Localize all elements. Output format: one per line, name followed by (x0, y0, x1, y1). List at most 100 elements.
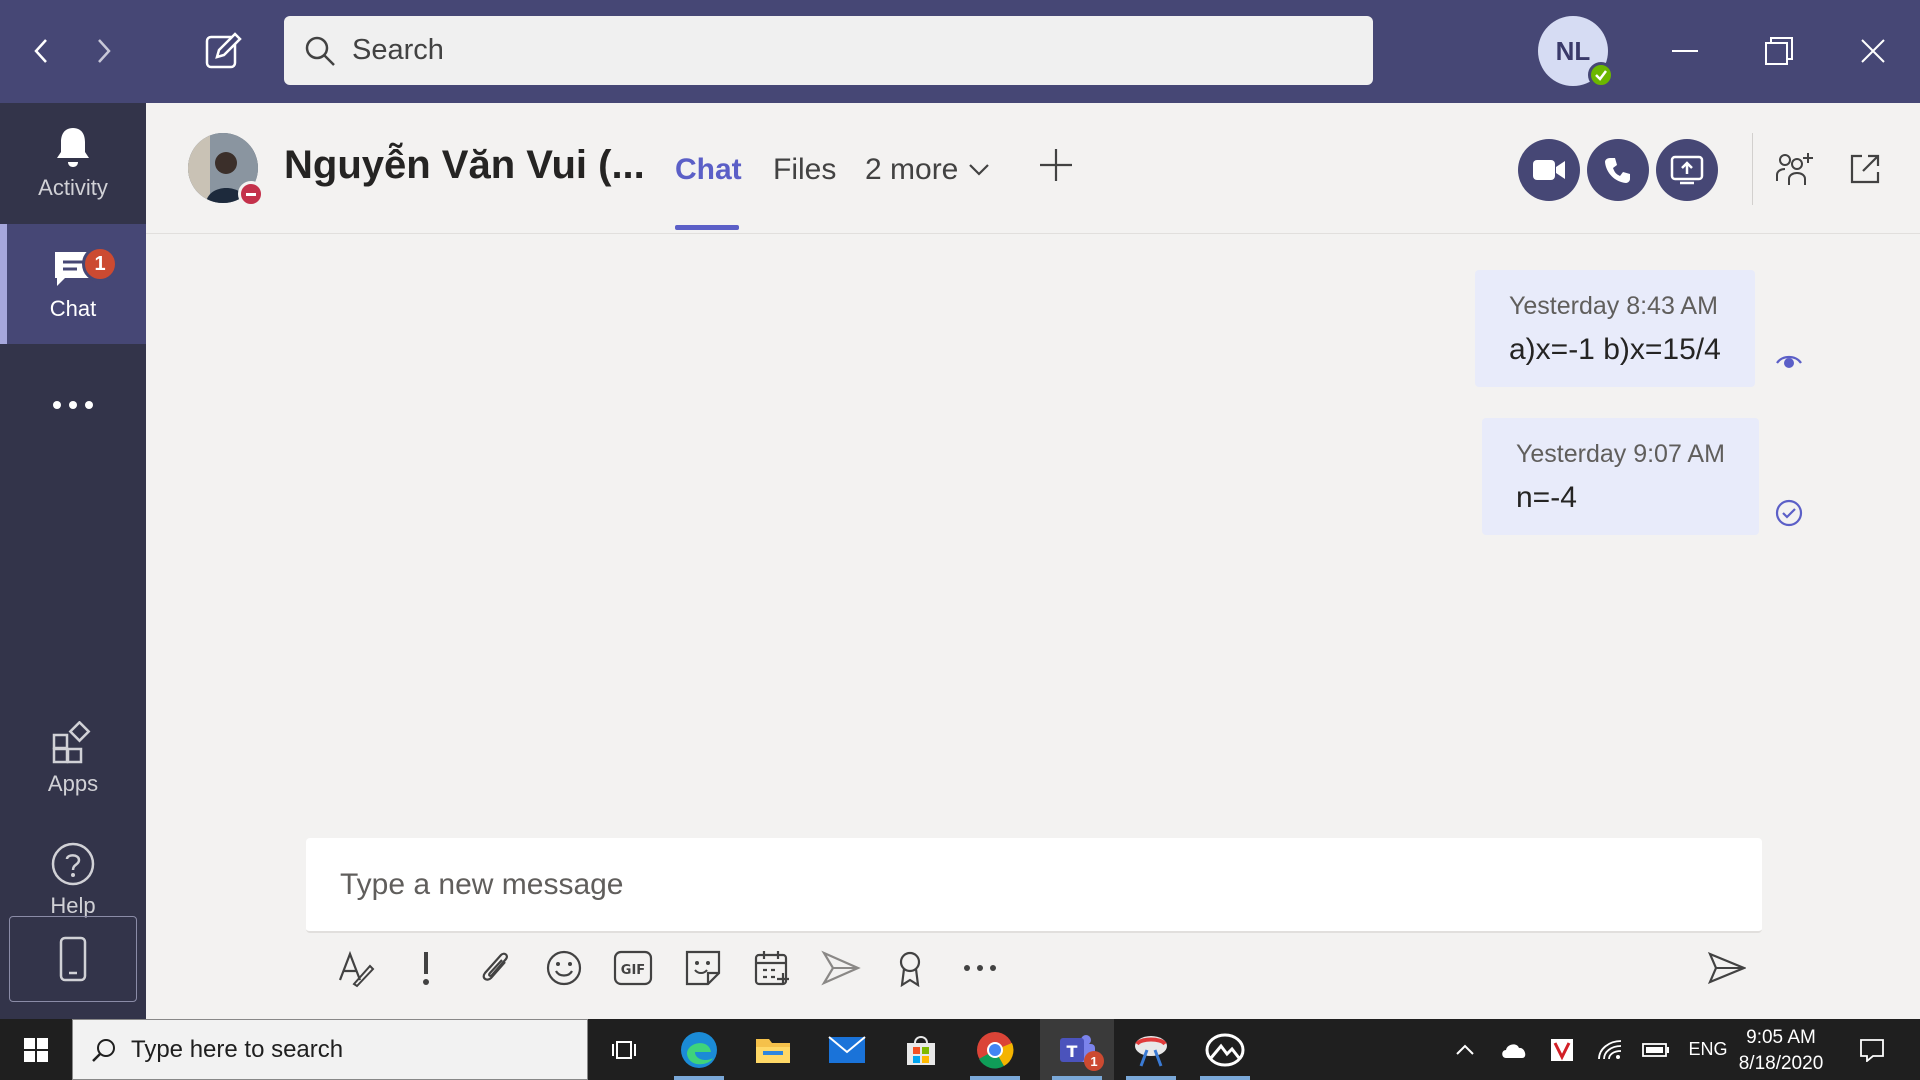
taskbar-app-photos[interactable] (1188, 1019, 1262, 1080)
message-text: a)x=-1 b)x=15/4 (1509, 333, 1721, 366)
gif-icon: GIF (613, 950, 653, 986)
emoji-icon (546, 950, 582, 986)
important-button[interactable] (404, 946, 448, 990)
cloud-icon (1502, 1043, 1526, 1058)
chevron-up-icon (1456, 1044, 1474, 1055)
restore-button[interactable] (1754, 26, 1804, 76)
new-chat-button[interactable] (198, 26, 248, 76)
message-text: n=-4 (1516, 481, 1577, 514)
rail-item-label: Chat (49, 296, 97, 321)
stream-button[interactable] (819, 946, 863, 990)
chrome-icon (977, 1031, 1014, 1068)
taskbar-app-chrome[interactable] (958, 1019, 1032, 1080)
available-status-icon (1588, 62, 1614, 88)
tray-expand-button[interactable] (1448, 1019, 1482, 1080)
battery-icon (1642, 1042, 1669, 1057)
search-bar[interactable]: Search (284, 16, 1373, 85)
rail-item-chat[interactable]: Chat 1 (0, 224, 146, 344)
close-icon (1861, 39, 1885, 63)
svg-text:GIF: GIF (621, 963, 645, 978)
bell-icon (57, 128, 89, 167)
task-view-button[interactable] (588, 1019, 662, 1080)
taskbar-app-mail[interactable] (810, 1019, 884, 1080)
chevron-right-icon (98, 39, 111, 63)
pop-out-button[interactable] (1843, 147, 1887, 191)
tab-chat[interactable]: Chat (675, 153, 742, 187)
chevron-down-icon (969, 164, 990, 176)
minimize-button[interactable] (1660, 26, 1710, 76)
rail-item-activity[interactable]: Activity (0, 103, 146, 223)
unread-badge: 1 (82, 246, 118, 282)
plus-icon (1040, 149, 1072, 181)
sticker-button[interactable] (681, 946, 725, 990)
audio-call-button[interactable] (1587, 139, 1649, 201)
folder-icon (756, 1038, 790, 1063)
header-divider (1752, 133, 1753, 205)
rail-item-apps[interactable]: Apps (0, 699, 146, 819)
message-compose-box[interactable]: Type a new message (306, 838, 1762, 933)
search-icon (92, 1038, 115, 1062)
add-people-icon (1776, 153, 1813, 185)
contact-name: Nguyễn Văn Vui (... (284, 143, 645, 187)
close-button[interactable] (1848, 26, 1898, 76)
message-timestamp: Yesterday 9:07 AM (1516, 440, 1725, 468)
help-icon (51, 842, 95, 886)
taskbar-search-box[interactable]: Type here to search (72, 1019, 588, 1080)
format-button[interactable] (334, 946, 378, 990)
compose-placeholder: Type a new message (340, 867, 624, 901)
share-screen-button[interactable] (1656, 139, 1718, 201)
taskbar-app-file-explorer[interactable] (736, 1019, 810, 1080)
rail-item-more[interactable] (0, 345, 146, 465)
search-placeholder: Search (352, 34, 444, 66)
notification-center-button[interactable] (1850, 1019, 1894, 1080)
schedule-meeting-icon (754, 951, 789, 986)
format-icon (338, 950, 375, 988)
taskbar-app-edge[interactable] (662, 1019, 736, 1080)
download-mobile-button[interactable] (9, 916, 137, 1002)
praise-button[interactable] (888, 946, 932, 990)
tab-more[interactable]: 2 more (865, 153, 990, 187)
tray-battery[interactable] (1638, 1019, 1674, 1080)
add-tab-button[interactable] (1038, 147, 1074, 183)
add-people-button[interactable] (1774, 147, 1818, 191)
taskbar-app-snip[interactable] (1114, 1019, 1188, 1080)
notification-icon (1860, 1038, 1884, 1062)
message-bubble[interactable]: Yesterday 8:43 AM a)x=-1 b)x=15/4 (1475, 270, 1755, 387)
teams-badge: 1 (1084, 1051, 1104, 1071)
attach-button[interactable] (473, 946, 517, 990)
task-view-icon (612, 1040, 636, 1059)
search-icon (305, 36, 335, 66)
gif-button[interactable]: GIF (611, 946, 655, 990)
more-options-button[interactable] (958, 946, 1002, 990)
more-icon (53, 401, 93, 409)
send-icon (1708, 952, 1746, 984)
message-bubble[interactable]: Yesterday 9:07 AM n=-4 (1482, 418, 1759, 535)
video-call-button[interactable] (1518, 139, 1580, 201)
taskbar-app-teams[interactable]: T 1 (1040, 1019, 1114, 1080)
clock-time: 9:05 AM (1746, 1027, 1816, 1048)
tray-onedrive[interactable] (1496, 1019, 1532, 1080)
edge-icon (681, 1031, 717, 1068)
tray-language[interactable]: ENG (1686, 1019, 1730, 1080)
schedule-meeting-button[interactable] (750, 946, 794, 990)
attach-icon (482, 952, 509, 981)
app-rail: Activity Chat 1 Apps Help (0, 103, 146, 1019)
photos-icon (1205, 1033, 1245, 1066)
emoji-button[interactable] (542, 946, 586, 990)
tray-wifi[interactable] (1592, 1019, 1628, 1080)
user-initials: NL (1555, 35, 1591, 66)
start-button[interactable] (0, 1019, 72, 1080)
video-camera-icon (1533, 160, 1565, 180)
tab-files[interactable]: Files (773, 153, 836, 187)
restore-icon (1765, 37, 1793, 65)
send-button[interactable] (1705, 946, 1749, 990)
forward-button[interactable] (78, 26, 128, 76)
back-button[interactable] (17, 26, 67, 76)
rail-item-label: Apps (47, 771, 99, 796)
taskbar-app-store[interactable] (884, 1019, 958, 1080)
user-avatar[interactable]: NL (1538, 16, 1614, 88)
tray-antivirus[interactable] (1544, 1019, 1580, 1080)
title-bar: Search NL (0, 0, 1920, 103)
taskbar-clock[interactable]: 9:05 AM 8/18/2020 (1726, 1025, 1836, 1077)
store-icon (907, 1035, 935, 1065)
